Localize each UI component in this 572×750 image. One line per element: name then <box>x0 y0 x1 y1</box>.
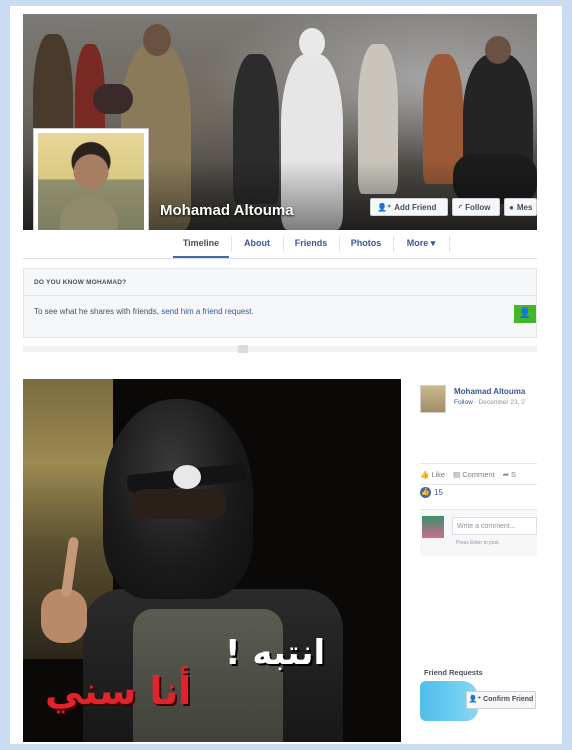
tab-divider <box>449 236 450 252</box>
comment-action[interactable]: ▤ Comment <box>453 470 495 479</box>
follow-button[interactable]: ◜ Follow <box>452 198 500 216</box>
follow-link[interactable]: Follow <box>454 399 473 406</box>
tab-photos[interactable]: Photos <box>341 230 391 258</box>
tab-friends[interactable]: Friends <box>285 230 337 258</box>
overlay-text-white: انتبه ! <box>225 633 326 673</box>
add-friend-button[interactable]: 👤⁺ Add Friend <box>370 198 448 216</box>
comment-input[interactable]: Write a comment... <box>452 517 537 535</box>
send-friend-request-link[interactable]: send him a friend request <box>161 307 251 316</box>
section-strip <box>23 346 537 352</box>
photo-hand <box>41 589 87 643</box>
message-button[interactable]: ● Mes <box>504 198 537 216</box>
message-label: Mes <box>516 202 533 212</box>
tab-divider <box>339 236 340 252</box>
tab-about[interactable]: About <box>233 230 281 258</box>
tab-timeline[interactable]: Timeline <box>173 230 229 258</box>
tab-divider <box>283 236 284 252</box>
motorbike <box>93 84 133 114</box>
confirm-friend-label: Confirm Friend <box>483 696 534 703</box>
post-date: · December 23, 2 <box>472 399 525 406</box>
add-friend-icon: 👤⁺ <box>377 202 392 212</box>
friend-request-row: 👤⁺ Confirm Friend <box>420 681 537 721</box>
like-action[interactable]: 👍 Like <box>420 470 445 479</box>
tab-more[interactable]: More ▾ <box>395 230 447 258</box>
do-you-know-text: To see what he shares with friends, send… <box>34 307 254 316</box>
profile-picture-image <box>38 133 144 235</box>
comment-label: Comment <box>462 469 495 479</box>
like-reaction-icon: 👍 <box>420 487 431 498</box>
author-avatar[interactable] <box>420 385 446 413</box>
confirm-friend-button[interactable]: 👤⁺ Confirm Friend <box>466 691 536 709</box>
messenger-icon: ● <box>509 202 514 212</box>
comment-composer: Write a comment... Press Enter to post. <box>420 509 537 556</box>
do-you-know-box: DO YOU KNOW MOHAMAD? To see what he shar… <box>23 268 537 338</box>
follow-label: Follow <box>465 202 491 212</box>
add-friend-label: Add Friend <box>394 202 437 212</box>
headband-emblem <box>173 465 201 489</box>
reaction-summary[interactable]: 👍 15 <box>420 487 443 498</box>
profile-picture[interactable] <box>33 128 149 240</box>
tab-divider <box>393 236 394 252</box>
add-friend-icon: 👤⁺ <box>468 696 482 703</box>
post-actions: 👍 Like ▤ Comment ➦ S <box>420 463 537 485</box>
post-photo[interactable]: انتبه ! أنا سني <box>23 379 401 742</box>
profile-name[interactable]: Mohamad Altouma <box>160 202 294 219</box>
post-side-panel: Mohamad Altouma Follow · December 23, 2 … <box>410 379 537 742</box>
know-text-suffix: . <box>251 307 254 316</box>
photo-eye-slit <box>131 489 226 519</box>
share-action[interactable]: ➦ S <box>503 470 516 479</box>
friend-requests-title: Friend Requests <box>424 668 483 677</box>
scroll-handle[interactable] <box>238 345 248 353</box>
post-author-name[interactable]: Mohamad Altouma <box>454 387 525 396</box>
share-label: S <box>511 469 517 479</box>
crowd-head <box>485 36 511 64</box>
like-label: Like <box>431 469 446 479</box>
tab-divider <box>231 236 232 252</box>
overlay-text-red: أنا سني <box>45 669 192 713</box>
do-you-know-heading: DO YOU KNOW MOHAMAD? <box>34 279 127 286</box>
profile-tab-bar: Timeline About Friends Photos More ▾ <box>23 230 537 259</box>
crowd-head <box>299 28 325 58</box>
add-friend-mini-button[interactable]: 👤 <box>514 305 536 323</box>
comment-icon: ▤ <box>453 469 461 479</box>
thumbs-up-icon: 👍 <box>420 469 430 479</box>
active-tab-indicator <box>173 256 229 258</box>
comment-hint: Press Enter to post. <box>456 540 500 546</box>
add-friend-icon: 👤 <box>518 308 532 319</box>
rss-icon: ◜ <box>459 202 463 212</box>
post-meta: Follow · December 23, 2 <box>454 399 525 406</box>
commenter-avatar <box>422 516 444 538</box>
crowd-head <box>143 24 171 56</box>
know-text-prefix: To see what he shares with friends, <box>34 307 159 316</box>
share-icon: ➦ <box>502 469 510 479</box>
reaction-count: 15 <box>434 488 443 497</box>
divider <box>24 295 536 296</box>
